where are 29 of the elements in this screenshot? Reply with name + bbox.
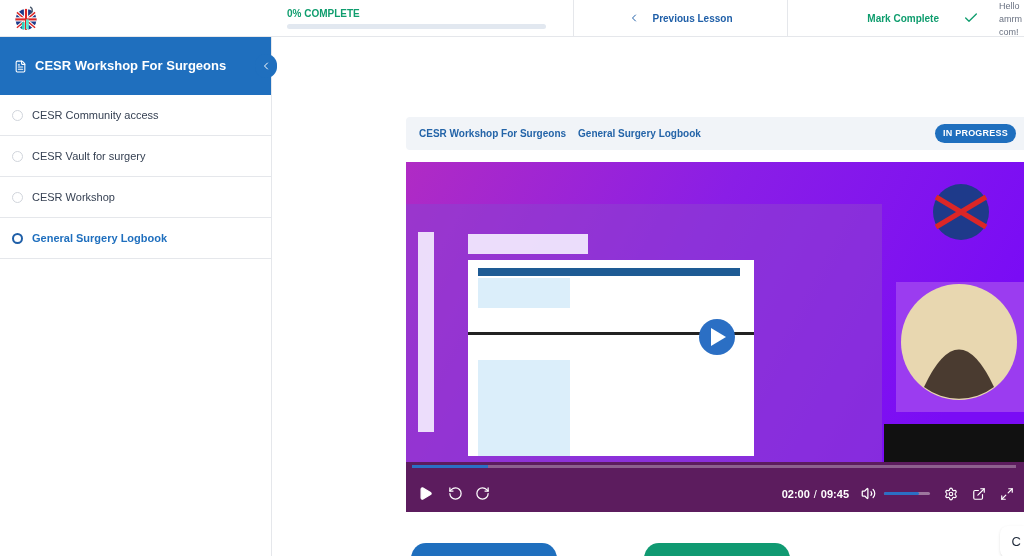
- rewind-icon[interactable]: [448, 486, 463, 502]
- popout-icon[interactable]: [972, 486, 986, 501]
- greeting-text: com!: [999, 26, 1020, 39]
- mark-complete-link[interactable]: Mark Complete: [787, 0, 995, 36]
- document-icon: [14, 59, 27, 73]
- lesson-item[interactable]: General Surgery Logbook: [0, 218, 271, 259]
- volume-track[interactable]: [884, 492, 930, 496]
- time-current: 02:00: [781, 486, 810, 502]
- time-separator: /: [813, 486, 817, 502]
- time-total: 09:45: [820, 486, 849, 502]
- greeting-text: Hello: [999, 0, 1021, 13]
- lesson-item[interactable]: CESR Community access: [0, 95, 271, 136]
- status-badge: IN PROGRESS: [935, 123, 1016, 144]
- settings-icon[interactable]: [944, 486, 958, 501]
- breadcrumb-link[interactable]: General Surgery Logbook: [578, 126, 701, 141]
- play-icon[interactable]: [418, 486, 433, 502]
- lesson-item[interactable]: CESR Vault for surgery: [0, 136, 271, 177]
- chat-chip[interactable]: C: [999, 526, 1024, 556]
- breadcrumb-link[interactable]: CESR Workshop For Surgeons: [419, 126, 567, 141]
- fullscreen-icon[interactable]: [1000, 486, 1014, 501]
- previous-lesson-link[interactable]: Previous Lesson: [573, 0, 787, 36]
- seek-track[interactable]: [412, 465, 1016, 468]
- lesson-status-icon: [12, 232, 23, 244]
- greeting-text: amrm: [999, 13, 1022, 26]
- forward-icon[interactable]: [475, 486, 490, 502]
- volume-icon[interactable]: [861, 486, 876, 502]
- lesson-item[interactable]: CESR Workshop: [0, 177, 271, 218]
- course-title: CESR Workshop For Surgeons: [35, 57, 227, 76]
- progress-label: 0% COMPLETE: [287, 7, 361, 20]
